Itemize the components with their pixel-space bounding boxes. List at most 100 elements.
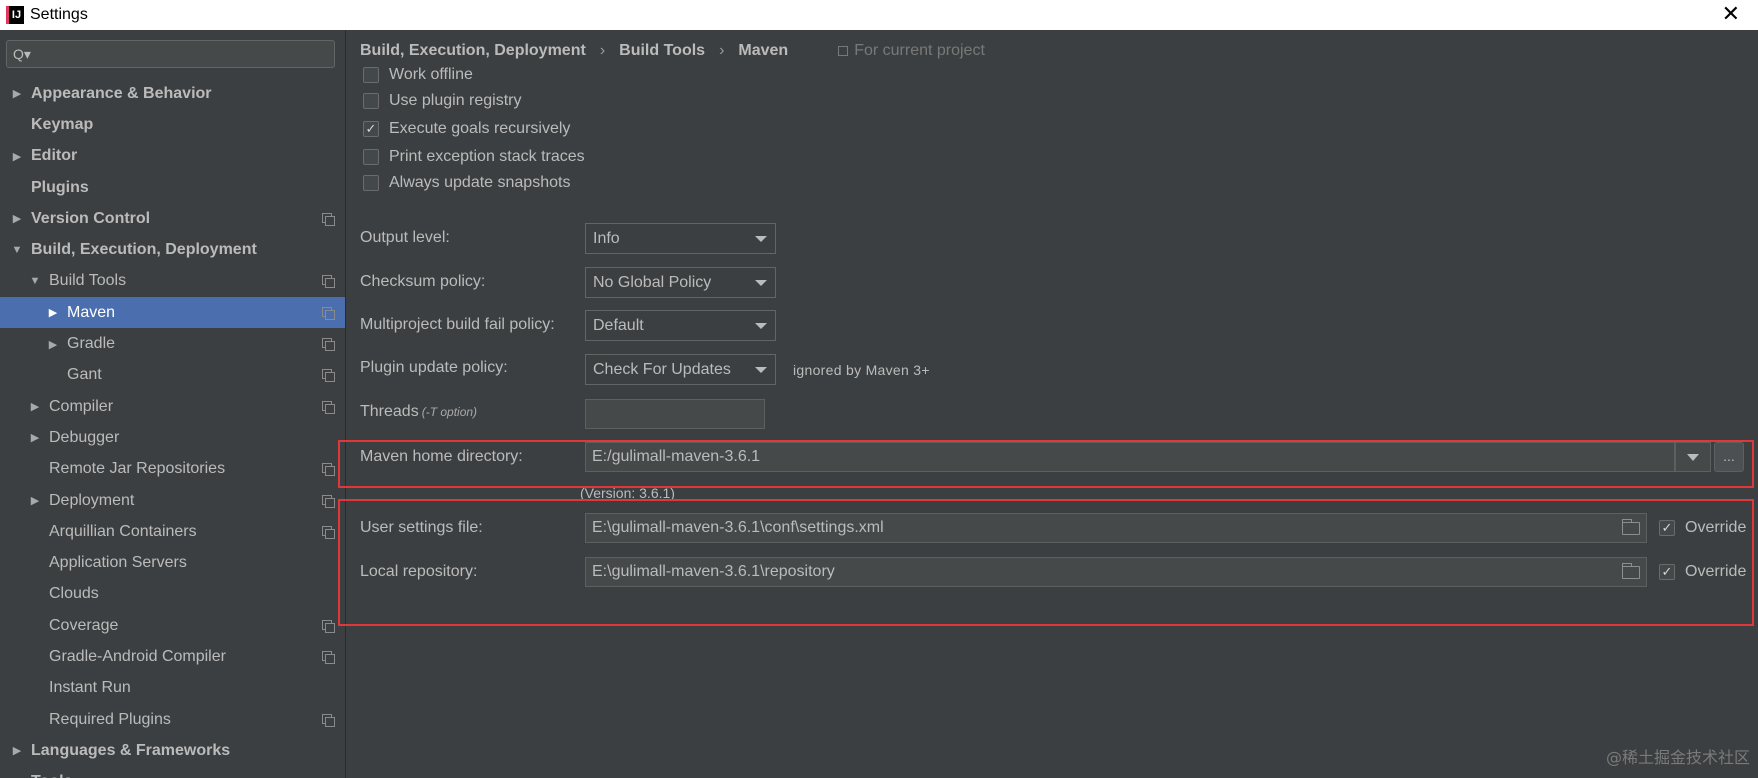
- project-scope-icon: [322, 338, 335, 352]
- sidebar-item-remote-jar-repositories[interactable]: Remote Jar Repositories: [0, 454, 345, 485]
- expand-arrow-icon[interactable]: ▶: [10, 150, 24, 163]
- sidebar-item-build-tools[interactable]: ▼ Build Tools: [0, 266, 345, 297]
- sidebar-item-arquillian-containers[interactable]: Arquillian Containers: [0, 516, 345, 547]
- sidebar-item-plugins[interactable]: Plugins: [0, 172, 345, 203]
- sidebar-item-label: Build Tools: [49, 272, 127, 290]
- sidebar-item-deployment[interactable]: ▶ Deployment: [0, 485, 345, 516]
- expand-arrow-icon[interactable]: ▶: [10, 212, 24, 225]
- sidebar-item-languages-frameworks[interactable]: ▶ Languages & Frameworks: [0, 735, 345, 766]
- window-title: Settings: [30, 6, 88, 23]
- sidebar-item-tools[interactable]: ▶Tools: [0, 767, 345, 778]
- sidebar-item-label: Required Plugins: [49, 710, 171, 728]
- expand-arrow-icon[interactable]: ▶: [10, 87, 24, 100]
- checksum-policy-select[interactable]: No Global Policy: [585, 267, 776, 298]
- expand-arrow-icon[interactable]: ▶: [28, 400, 42, 413]
- plugin-update-policy-value: Check For Updates: [593, 360, 731, 378]
- project-scope-icon: [322, 525, 335, 539]
- intellij-icon: IJ: [6, 6, 24, 24]
- sidebar-item-gradle[interactable]: ▶ Gradle: [0, 328, 345, 359]
- checksum-policy-value: No Global Policy: [593, 273, 712, 291]
- checkbox-box[interactable]: [363, 93, 379, 109]
- chevron-down-icon: [755, 236, 767, 242]
- sidebar-item-label: Gant: [67, 366, 102, 384]
- sidebar-item-label: Keymap: [31, 115, 94, 133]
- multiproject-policy-select[interactable]: Default: [585, 310, 776, 341]
- multiproject-policy-value: Default: [593, 316, 644, 334]
- sidebar-item-label: Gradle-Android Compiler: [49, 647, 226, 665]
- sidebar-item-coverage[interactable]: Coverage: [0, 610, 345, 641]
- breadcrumb-item: Build Tools: [619, 42, 706, 59]
- checkbox-box[interactable]: [363, 67, 379, 83]
- project-scope-icon: [322, 463, 335, 477]
- sidebar-item-label: Arquillian Containers: [49, 522, 197, 540]
- expand-arrow-icon[interactable]: ▶: [10, 744, 24, 757]
- print-exception-stack-traces-checkbox[interactable]: Print exception stack traces: [363, 148, 585, 166]
- breadcrumb-separator: ›: [599, 42, 606, 59]
- plugin-update-policy-select[interactable]: Check For Updates: [585, 354, 776, 385]
- threads-label: Threads (-T option): [360, 403, 477, 421]
- sidebar-item-editor[interactable]: ▶ Editor: [0, 141, 345, 172]
- expand-arrow-icon[interactable]: ▶: [46, 306, 60, 319]
- chevron-down-icon: [755, 280, 767, 286]
- checksum-policy-label: Checksum policy:: [360, 273, 486, 290]
- project-scope-note: For current project: [838, 42, 985, 60]
- chevron-down-icon: [755, 367, 767, 373]
- sidebar-item-required-plugins[interactable]: Required Plugins: [0, 704, 345, 735]
- sidebar-item-gant[interactable]: Gant: [0, 360, 345, 391]
- search-input[interactable]: [36, 45, 317, 63]
- work-offline-checkbox[interactable]: Work offline: [363, 66, 473, 84]
- close-icon[interactable]: ✕: [1722, 2, 1740, 27]
- sidebar-item-label: Version Control: [31, 209, 151, 227]
- sidebar-item-compiler[interactable]: ▶ Compiler: [0, 391, 345, 422]
- collapse-arrow-icon[interactable]: ▼: [10, 244, 24, 256]
- project-scope-icon: [322, 650, 335, 664]
- collapse-arrow-icon[interactable]: ▼: [28, 275, 42, 287]
- sidebar-item-appearance-behavior[interactable]: ▶ Appearance & Behavior: [0, 78, 345, 109]
- sidebar-item-label: Tools: [31, 773, 72, 778]
- checkbox-label: Print exception stack traces: [389, 148, 585, 165]
- sidebar-item-build-execution-deployment[interactable]: ▼ Build, Execution, Deployment: [0, 234, 345, 265]
- sidebar-item-debugger[interactable]: ▶ Debugger: [0, 422, 345, 453]
- threads-input[interactable]: [585, 399, 765, 429]
- sidebar-item-label: Compiler: [49, 397, 114, 415]
- settings-sidebar: Q▾ ▶ Appearance & Behavior Keymap ▶ Editor Pl…: [0, 30, 346, 778]
- sidebar-item-label: Remote Jar Repositories: [49, 460, 226, 478]
- title-bar: IJ Settings ✕: [0, 0, 1758, 30]
- expand-arrow-icon[interactable]: ▶: [46, 338, 60, 351]
- breadcrumb: Build, Execution, Deployment › Build Too…: [360, 42, 985, 60]
- output-level-select[interactable]: Info: [585, 223, 776, 254]
- breadcrumb-separator: ›: [719, 42, 725, 59]
- checkbox-box[interactable]: [363, 175, 379, 191]
- sidebar-item-label: Clouds: [49, 585, 99, 603]
- always-update-snapshots-checkbox[interactable]: Always update snapshots: [363, 174, 570, 192]
- sidebar-item-clouds[interactable]: Clouds: [0, 579, 345, 610]
- plugin-update-policy-label: Plugin update policy:: [360, 359, 508, 376]
- project-scope-icon: [322, 713, 335, 727]
- breadcrumb-item: Build, Execution, Deployment: [360, 42, 586, 59]
- maven-settings-panel: Build, Execution, Deployment › Build Too…: [338, 30, 1758, 778]
- watermark: @稀土掘金技术社区: [1605, 748, 1750, 767]
- sidebar-item-instant-run[interactable]: Instant Run: [0, 673, 345, 704]
- sidebar-item-keymap[interactable]: Keymap: [0, 109, 345, 140]
- sidebar-item-version-control[interactable]: ▶ Version Control: [0, 203, 345, 234]
- settings-search[interactable]: Q▾: [6, 40, 335, 68]
- checkmark-icon[interactable]: ✓: [363, 121, 379, 137]
- highlight-box: [338, 499, 1754, 626]
- project-scope-icon: [322, 306, 335, 320]
- threads-label-text: Threads: [360, 403, 419, 420]
- sidebar-item-label: Maven: [67, 303, 116, 321]
- use-plugin-registry-checkbox[interactable]: Use plugin registry: [363, 92, 522, 110]
- settings-tree: ▶ Appearance & Behavior Keymap ▶ Editor Plugi…: [0, 78, 345, 778]
- project-scope-icon: [322, 494, 335, 508]
- checkbox-box[interactable]: [363, 149, 379, 165]
- search-icon[interactable]: Q▾: [13, 46, 31, 63]
- sidebar-item-label: Editor: [31, 147, 78, 165]
- execute-goals-recursively-checkbox[interactable]: ✓ Execute goals recursively: [363, 120, 570, 138]
- sidebar-item-maven[interactable]: ▶ Maven: [0, 297, 345, 329]
- sidebar-item-gradle-android-compiler[interactable]: Gradle-Android Compiler: [0, 641, 345, 672]
- expand-arrow-icon[interactable]: ▶: [28, 431, 42, 444]
- plugin-update-note: ignored by Maven 3+: [793, 362, 930, 378]
- sidebar-item-application-servers[interactable]: Application Servers: [0, 547, 345, 578]
- output-level-value: Info: [593, 229, 620, 247]
- expand-arrow-icon[interactable]: ▶: [28, 494, 42, 507]
